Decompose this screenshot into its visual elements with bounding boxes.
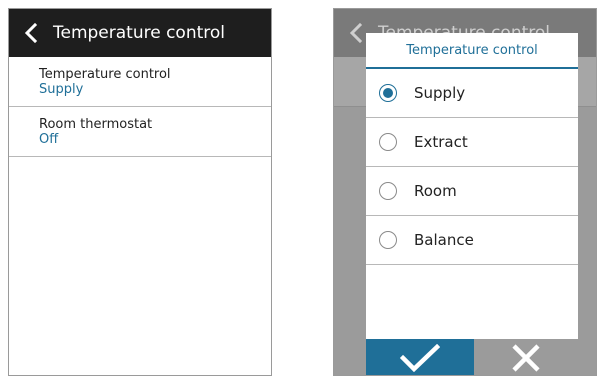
confirm-button[interactable] [366, 339, 474, 375]
checkmark-icon [400, 344, 440, 372]
radio-unselected-icon[interactable] [379, 133, 397, 151]
close-icon [512, 344, 540, 372]
menu-item-value: Supply [39, 82, 84, 97]
option-label: Supply [414, 84, 466, 102]
cancel-button[interactable] [474, 339, 578, 375]
dialog-buttons [366, 339, 578, 375]
dialog-title: Temperature control [366, 33, 578, 69]
radio-unselected-icon[interactable] [379, 182, 397, 200]
temperature-control-dialog-screen: Temperature control Temperature control … [333, 8, 597, 376]
selection-dialog: Temperature control Supply Extract Room … [366, 33, 578, 375]
temperature-control-screen: Temperature control Temperature control … [8, 8, 272, 376]
option-room[interactable]: Room [366, 167, 578, 216]
chevron-left-icon[interactable] [9, 9, 53, 57]
menu-item-label: Room thermostat [39, 117, 153, 132]
menu-item-label: Temperature control [39, 67, 171, 82]
option-extract[interactable]: Extract [366, 118, 578, 167]
page-title: Temperature control [53, 23, 226, 43]
radio-unselected-icon[interactable] [379, 231, 397, 249]
header-bar: Temperature control [9, 9, 271, 57]
option-supply[interactable]: Supply [366, 69, 578, 118]
option-label: Room [414, 182, 457, 200]
menu-item-value: Off [39, 132, 59, 147]
menu-item-temperature-control[interactable]: Temperature control Supply [9, 57, 271, 107]
menu-item-room-thermostat[interactable]: Room thermostat Off [9, 107, 271, 157]
radio-selected-icon[interactable] [379, 84, 397, 102]
option-label: Balance [414, 231, 474, 249]
option-balance[interactable]: Balance [366, 216, 578, 265]
option-label: Extract [414, 133, 468, 151]
